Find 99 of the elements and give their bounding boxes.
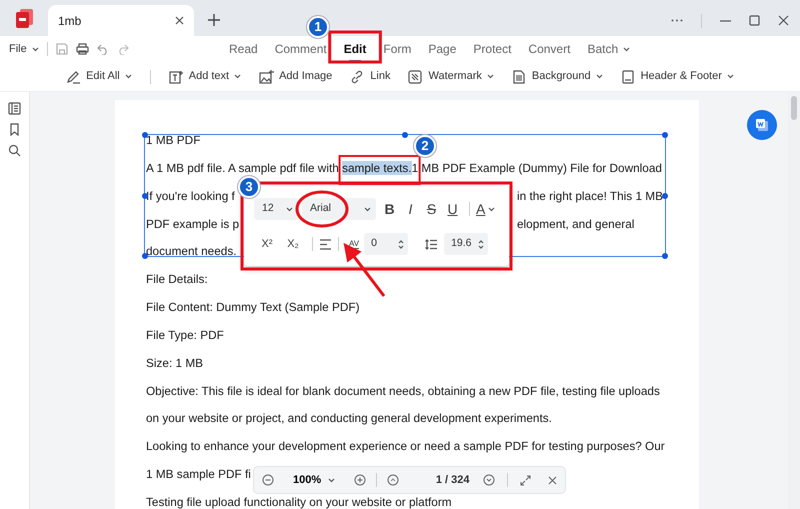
toolbar-button[interactable]: Link <box>350 68 390 85</box>
resize-handle[interactable] <box>662 132 668 138</box>
line-spacing-icon <box>425 238 438 250</box>
zoom-out-icon[interactable] <box>262 474 274 486</box>
toolbar-button[interactable]: Edit All <box>66 68 132 85</box>
spinner-icon[interactable] <box>478 238 484 250</box>
format-button[interactable]: S <box>421 198 442 220</box>
chevron-icon <box>286 206 293 212</box>
format-button[interactable]: U <box>442 198 463 220</box>
resize-handle[interactable] <box>402 132 408 138</box>
chevron-icon <box>488 206 496 212</box>
menu-tab[interactable]: Batch <box>587 36 630 62</box>
text-line: File Details: <box>146 272 208 286</box>
resize-handle[interactable] <box>662 192 668 198</box>
text-line: File Content: Dummy Text (Sample PDF) <box>146 300 360 314</box>
toolbar-button[interactable]: Add text <box>168 68 242 85</box>
format-button[interactable]: B <box>379 198 400 220</box>
print-icon[interactable] <box>76 43 89 55</box>
char-spacing-field[interactable]: 0 <box>364 233 408 255</box>
toolbar-button[interactable]: Header & Footer <box>620 68 734 85</box>
menu-tab[interactable]: Read <box>229 36 258 62</box>
undo-icon[interactable] <box>96 44 109 54</box>
add-image-icon <box>259 70 274 84</box>
resize-handle[interactable] <box>662 253 668 259</box>
superscript-button[interactable]: X² <box>254 236 280 252</box>
toolbar-button[interactable]: Watermark <box>408 68 494 85</box>
char-spacing-label: AV <box>349 239 360 249</box>
document-icon <box>755 118 769 132</box>
chevron-icon <box>364 206 371 212</box>
scroll-thumb[interactable] <box>791 96 797 120</box>
toolbar-button[interactable]: Add Image <box>259 68 332 85</box>
text-line: Looking to enhance your development experience or need a sample PDF for testing purposes? Our <box>146 439 665 454</box>
text-line: in the right place! This 1 MB <box>517 188 664 205</box>
align-left-icon[interactable] <box>319 238 332 250</box>
watermark-icon <box>408 70 424 84</box>
maximize-icon[interactable] <box>749 15 760 26</box>
chevron-icon <box>328 478 336 482</box>
menu-tab[interactable]: Page <box>428 36 456 62</box>
resize-handle[interactable] <box>142 192 148 198</box>
close-icon[interactable] <box>175 16 184 25</box>
close-icon[interactable] <box>548 476 557 484</box>
convert-to-word-button[interactable] <box>747 110 777 140</box>
text-line: PDF example is p <box>146 216 240 233</box>
text-line: Testing file upload functionality on your website or platform <box>146 494 452 509</box>
font-size-select[interactable]: 12 <box>254 198 298 220</box>
line-spacing-field[interactable]: 19.6 <box>444 233 488 255</box>
font-select[interactable]: Arial <box>302 198 376 220</box>
toolbar-button[interactable]: Background <box>512 68 603 85</box>
file-menu[interactable]: File <box>9 40 39 58</box>
chevron-icon <box>726 74 734 79</box>
chevron-icon <box>124 74 132 79</box>
previous-page-icon[interactable] <box>386 474 399 486</box>
text-line: Objective: This file is ideal for blank document needs, obtaining a new PDF file, testing file uploads <box>146 384 660 398</box>
menu-tab[interactable]: Convert <box>528 36 570 62</box>
text-line: 1 MB PDF <box>146 133 200 147</box>
outline-panel-icon[interactable] <box>8 102 21 115</box>
page-indicator: 1 / 324 <box>436 472 470 488</box>
text-line: 1 MB sample PDF fi <box>146 467 251 482</box>
resize-handle[interactable] <box>142 253 148 259</box>
search-icon[interactable] <box>8 144 21 157</box>
document-tab[interactable]: 1mb <box>48 5 194 36</box>
add-text-icon <box>168 70 184 84</box>
format-button[interactable]: I <box>400 198 421 220</box>
bookmark-icon[interactable] <box>8 123 21 136</box>
text-line: elopment, and general <box>517 216 634 233</box>
menu-tab[interactable]: Protect <box>473 36 512 62</box>
text-line: on your website or project, and conducting general development experiments. <box>146 411 552 426</box>
chevron-icon <box>623 46 630 52</box>
step-number: 1 <box>307 16 329 38</box>
subscript-button[interactable]: X₂ <box>280 236 306 252</box>
more-icon[interactable] <box>671 19 683 22</box>
text-line: document needs. <box>146 244 237 258</box>
zoom-in-icon[interactable] <box>354 474 366 486</box>
chevron-icon <box>596 74 603 79</box>
edit-pen-icon <box>66 70 82 84</box>
text-line: File Type: PDF <box>146 328 224 342</box>
step-number: 3 <box>238 176 260 198</box>
menu-tab[interactable]: Form <box>383 36 412 62</box>
spinner-icon[interactable] <box>398 238 404 250</box>
close-icon[interactable] <box>778 15 789 26</box>
next-page-icon[interactable] <box>483 474 496 486</box>
zoom-select[interactable]: 100% <box>293 472 336 488</box>
tab-title: 1mb <box>58 12 82 30</box>
chevron-icon <box>234 74 242 79</box>
add-tab-icon[interactable] <box>208 14 220 26</box>
menu-tab[interactable]: Comment <box>274 36 327 62</box>
resize-handle[interactable] <box>142 132 148 138</box>
app-logo-icon <box>14 7 36 29</box>
highlight-frame <box>328 30 382 64</box>
fullscreen-icon[interactable] <box>520 474 531 486</box>
chevron-icon <box>486 74 494 79</box>
text-color-button[interactable]: A <box>476 198 496 220</box>
step-number: 2 <box>414 135 436 157</box>
text-line: A 1 MB pdf file. A sample pdf file with sample texts.1 MB PDF Example (Dummy) File for Download <box>146 160 662 175</box>
text-line: Size: 1 MB <box>146 356 204 370</box>
background-icon <box>512 70 527 84</box>
chevron-icon <box>32 46 39 52</box>
header-footer-icon <box>620 70 636 84</box>
highlight-ellipse <box>296 190 348 228</box>
